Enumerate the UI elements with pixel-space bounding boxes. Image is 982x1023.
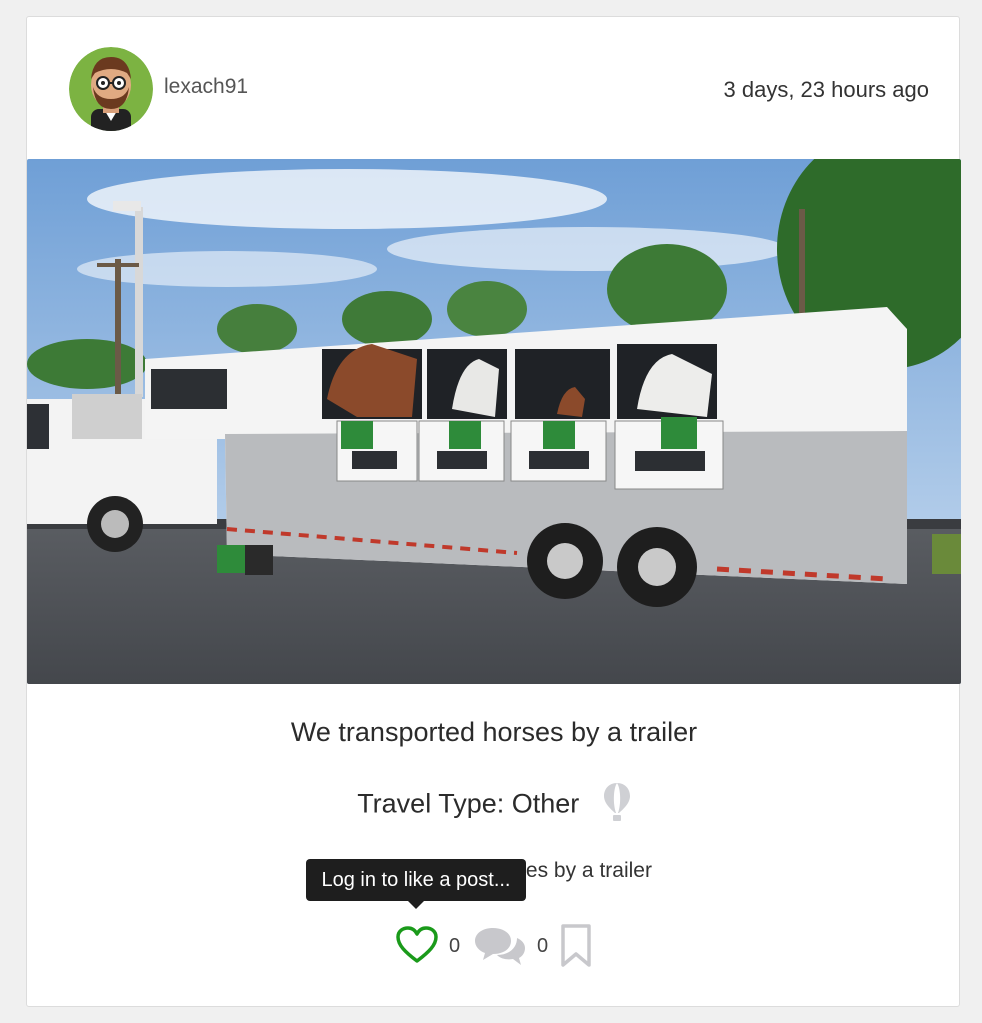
post-timestamp: 3 days, 23 hours ago — [723, 77, 929, 102]
post-actions: 0 0 — [395, 923, 615, 973]
travel-type: Travel Type: Other — [27, 781, 961, 830]
comments-icon[interactable] — [471, 925, 527, 974]
username[interactable]: lexach91 — [164, 75, 248, 99]
post-title[interactable]: We transported horses by a trailer — [27, 717, 961, 748]
balloon-icon — [603, 781, 631, 830]
post-card: lexach91 3 days, 23 hours ago We transpo… — [26, 16, 961, 1007]
like-count: 0 — [449, 935, 461, 957]
heart-icon[interactable] — [395, 925, 439, 970]
user-avatar[interactable] — [69, 47, 153, 131]
login-tooltip: Log in to like a post... — [306, 859, 526, 909]
comment-count: 0 — [537, 935, 549, 957]
travel-type-label: Travel Type: Other — [357, 788, 580, 819]
bookmark-icon[interactable] — [559, 923, 593, 974]
post-image[interactable] — [27, 159, 961, 684]
